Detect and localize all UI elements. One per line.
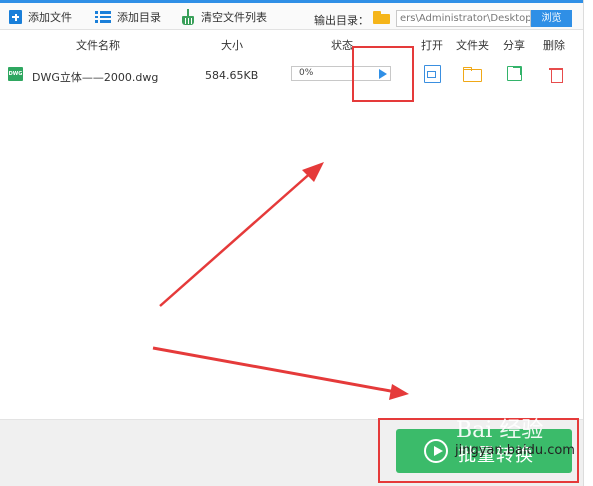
col-header-status: 状态: [331, 39, 353, 52]
arrow-to-play: [159, 162, 324, 307]
share-icon[interactable]: [507, 66, 522, 81]
window-right-edge: [583, 0, 593, 486]
output-dir-label: 输出目录：: [314, 14, 369, 27]
col-header-name: 文件名称: [76, 39, 120, 52]
watermark-text: Bai 经验: [456, 418, 544, 443]
col-header-folder: 文件夹: [456, 39, 489, 52]
add-file-button[interactable]: 添加文件: [9, 7, 72, 27]
add-folder-label: 添加目录: [117, 11, 161, 24]
output-path-input[interactable]: ers\Administrator\Desktop: [396, 10, 531, 27]
arrow-to-convert: [152, 346, 409, 400]
clear-list-button[interactable]: 清空文件列表: [181, 7, 267, 27]
delete-icon[interactable]: [549, 66, 563, 83]
dwg-file-icon: DWG: [8, 67, 23, 81]
watermark-url: jingyan.baidu.com: [455, 443, 575, 458]
file-size: 584.65KB: [205, 69, 259, 82]
add-file-label: 添加文件: [28, 11, 72, 24]
open-folder-icon[interactable]: [463, 65, 482, 83]
col-header-size: 大小: [221, 39, 243, 52]
broom-icon: [181, 9, 195, 25]
file-name: DWG立体——2000.dwg: [32, 71, 159, 84]
clear-list-label: 清空文件列表: [201, 11, 267, 24]
browse-button[interactable]: 浏览: [531, 10, 572, 27]
list-icon: [95, 11, 111, 23]
highlight-play-box: [352, 46, 414, 102]
add-folder-button[interactable]: 添加目录: [95, 7, 161, 27]
toolbar: 添加文件 添加目录 清空文件列表 输出目录： ers\Administrator…: [0, 3, 593, 30]
open-file-icon[interactable]: [424, 65, 441, 83]
col-header-open: 打开: [421, 39, 443, 52]
progress-text: 0%: [299, 68, 314, 78]
col-header-delete: 删除: [543, 39, 565, 52]
col-header-share: 分享: [503, 39, 525, 52]
add-file-icon: [9, 10, 22, 24]
folder-icon[interactable]: [373, 11, 390, 24]
